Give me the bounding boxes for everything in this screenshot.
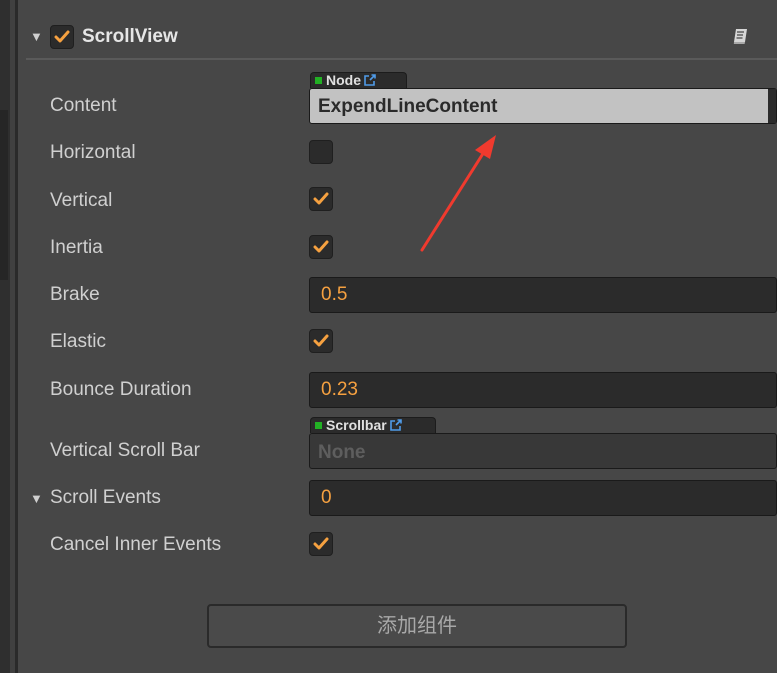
vertical-scroll-bar-label: Vertical Scroll Bar — [50, 440, 200, 461]
vertical-label: Vertical — [50, 190, 113, 211]
vertical-checkbox[interactable] — [309, 187, 333, 211]
inertia-checkbox[interactable] — [309, 235, 333, 259]
fold-triangle-down-icon[interactable]: ▼ — [30, 491, 43, 506]
scrollview-component-header: ▼ ScrollView — [18, 15, 777, 59]
cancel-inner-events-label: Cancel Inner Events — [50, 534, 222, 555]
component-enabled-checkbox[interactable] — [50, 25, 74, 49]
book-icon[interactable] — [732, 27, 750, 50]
content-type-label: Node — [326, 72, 361, 88]
content-label: Content — [50, 95, 117, 116]
brake-value: 0.5 — [321, 284, 348, 305]
content-object-field[interactable]: ExpendLineContent — [309, 88, 777, 124]
bounce-duration-input[interactable]: 0.23 — [309, 372, 777, 408]
scrollbar-type-tag[interactable]: Scrollbar — [310, 417, 436, 433]
left-gutter — [0, 0, 15, 673]
cancel-inner-events-checkbox[interactable] — [309, 532, 333, 556]
scroll-events-count-input[interactable]: 0 — [309, 480, 777, 516]
scroll-events-value: 0 — [321, 487, 332, 508]
vertical-scroll-bar-field[interactable]: None — [309, 433, 777, 469]
checkmark-icon — [313, 334, 329, 347]
inertia-label: Inertia — [50, 237, 103, 258]
node-type-icon — [315, 422, 322, 429]
field-end-cap — [768, 89, 776, 123]
scroll-events-label[interactable]: Scroll Events — [50, 487, 161, 509]
brake-input[interactable]: 0.5 — [309, 277, 777, 313]
node-type-icon — [315, 77, 322, 84]
vertical-scroll-bar-value: None — [318, 442, 366, 463]
checkmark-icon — [313, 192, 329, 205]
scrollbar-thumb[interactable] — [0, 110, 8, 280]
horizontal-checkbox[interactable] — [309, 140, 333, 164]
bounce-duration-value: 0.23 — [321, 379, 358, 400]
panel-divider — [15, 0, 18, 673]
content-type-tag[interactable]: Node — [310, 72, 407, 88]
fold-triangle-down-icon[interactable]: ▼ — [30, 29, 43, 44]
brake-label: Brake — [50, 284, 100, 305]
checkmark-icon — [313, 537, 329, 550]
bounce-duration-label: Bounce Duration — [50, 379, 192, 400]
checkmark-icon — [313, 240, 329, 253]
gutter-strip — [0, 0, 10, 673]
component-title: ScrollView — [82, 26, 178, 47]
checkmark-icon — [54, 30, 70, 43]
header-divider — [26, 58, 777, 60]
elastic-checkbox[interactable] — [309, 329, 333, 353]
content-value: ExpendLineContent — [318, 96, 498, 117]
horizontal-label: Horizontal — [50, 142, 136, 163]
elastic-label: Elastic — [50, 331, 106, 352]
scrollbar-type-label: Scrollbar — [326, 417, 387, 433]
add-component-button[interactable]: 添加组件 — [207, 604, 627, 648]
